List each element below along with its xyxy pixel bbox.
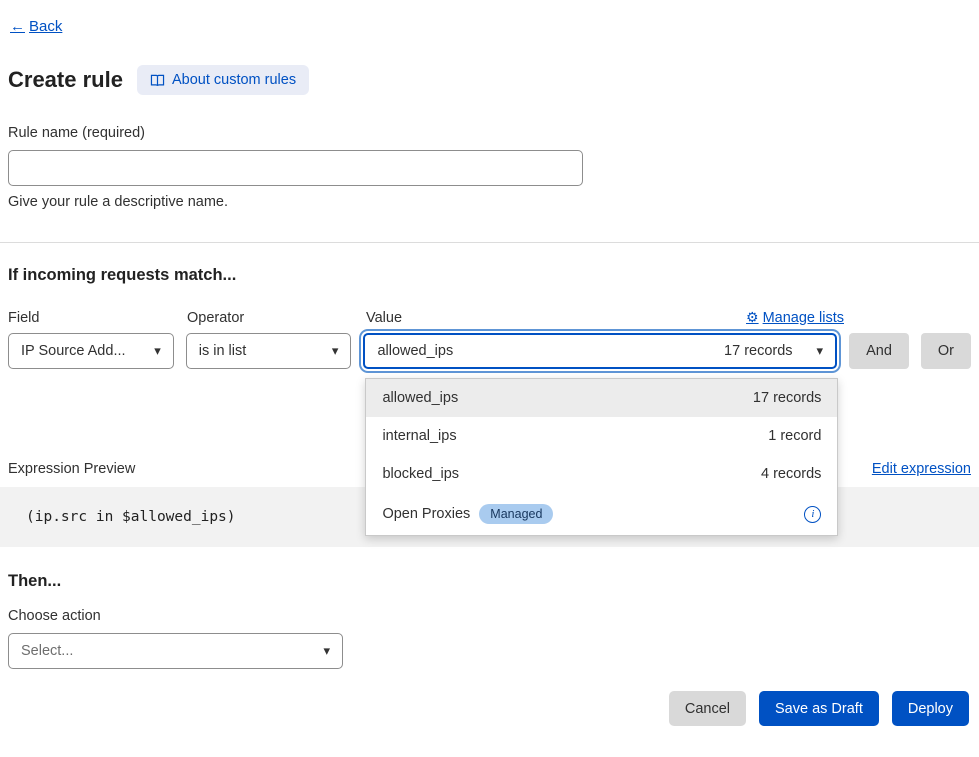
save-as-draft-button[interactable]: Save as Draft [759, 691, 879, 726]
chevron-down-icon: ▾ [332, 343, 339, 359]
field-select[interactable]: IP Source Add... ▾ [8, 333, 174, 369]
value-select-count: 17 records [724, 343, 793, 359]
managed-badge: Managed [479, 504, 553, 524]
about-custom-rules-link[interactable]: About custom rules [137, 65, 309, 95]
page-title: Create rule [8, 67, 123, 93]
value-select[interactable]: allowed_ips 17 records ▾ [363, 333, 837, 369]
then-section-title: Then... [8, 572, 971, 591]
field-label: Field [8, 310, 175, 326]
chevron-down-icon: ▾ [323, 643, 330, 659]
value-label: Value [366, 310, 402, 326]
book-icon [150, 74, 165, 87]
rule-name-helper: Give your rule a descriptive name. [8, 194, 971, 210]
rule-name-label: Rule name (required) [8, 125, 971, 141]
chevron-down-icon: ▾ [817, 343, 824, 359]
field-select-value: IP Source Add... [21, 343, 126, 359]
gear-icon: ⚙ [746, 309, 759, 326]
chevron-down-icon: ▾ [154, 343, 161, 359]
expression-preview-label: Expression Preview [8, 461, 135, 477]
section-divider [0, 242, 979, 243]
or-button[interactable]: Or [921, 333, 971, 369]
create-rule-page: ←Back Create rule About custom rules Rul… [0, 18, 979, 726]
manage-lists-link[interactable]: ⚙Manage lists [746, 309, 844, 326]
and-button[interactable]: And [849, 333, 909, 369]
value-dropdown-menu: allowed_ips 17 records internal_ips 1 re… [365, 378, 838, 536]
back-link[interactable]: ←Back [10, 18, 62, 35]
dropdown-option-count: 1 record [768, 428, 821, 444]
dropdown-option-name: allowed_ips [382, 390, 458, 406]
deploy-button[interactable]: Deploy [892, 691, 969, 726]
back-arrow-icon: ← [10, 18, 25, 35]
about-badge-label: About custom rules [172, 72, 296, 88]
dropdown-option-count: 4 records [761, 466, 821, 482]
value-select-wrapper: allowed_ips 17 records ▾ allowed_ips 17 … [363, 333, 837, 369]
dropdown-option-name: Open Proxies [382, 506, 470, 522]
info-icon[interactable]: i [804, 506, 821, 523]
cancel-button[interactable]: Cancel [669, 691, 746, 726]
action-select[interactable]: Select... ▾ [8, 633, 343, 669]
back-link-label: Back [29, 18, 62, 35]
choose-action-label: Choose action [8, 608, 971, 624]
rule-name-input[interactable] [8, 150, 583, 186]
match-section-title: If incoming requests match... [8, 266, 971, 285]
operator-label: Operator [187, 310, 354, 326]
dropdown-option-name: internal_ips [382, 428, 456, 444]
operator-select-value: is in list [199, 343, 247, 359]
expression-code-text: (ip.src in $allowed_ips) [26, 509, 236, 525]
value-select-value: allowed_ips [377, 343, 453, 359]
dropdown-option-name: blocked_ips [382, 466, 459, 482]
operator-select[interactable]: is in list ▾ [186, 333, 352, 369]
edit-expression-link[interactable]: Edit expression [872, 461, 971, 477]
action-select-placeholder: Select... [21, 643, 73, 659]
dropdown-option-internal-ips[interactable]: internal_ips 1 record [366, 417, 837, 455]
dropdown-option-blocked-ips[interactable]: blocked_ips 4 records [366, 455, 837, 493]
dropdown-option-open-proxies[interactable]: Open Proxies Managed i [366, 493, 837, 535]
dropdown-option-count: 17 records [753, 390, 822, 406]
manage-lists-label: Manage lists [763, 310, 844, 326]
dropdown-option-allowed-ips[interactable]: allowed_ips 17 records [366, 379, 837, 417]
